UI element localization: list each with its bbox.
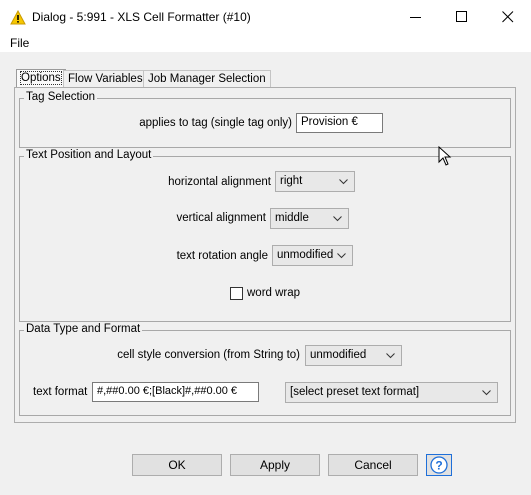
maximize-button[interactable] bbox=[439, 0, 485, 34]
horizontal-alignment-value: right bbox=[280, 175, 303, 187]
text-format-label: text format bbox=[33, 386, 88, 398]
word-wrap-checkbox[interactable] bbox=[230, 287, 243, 300]
vertical-alignment-value: middle bbox=[275, 212, 309, 224]
word-wrap-label[interactable]: word wrap bbox=[247, 287, 300, 299]
cancel-button[interactable]: Cancel bbox=[328, 454, 418, 476]
horizontal-alignment-label: horizontal alignment bbox=[168, 176, 271, 188]
mouse-cursor-icon bbox=[438, 146, 452, 166]
vertical-alignment-label: vertical alignment bbox=[176, 212, 266, 224]
preset-format-value: [select preset text format] bbox=[290, 386, 420, 398]
apply-button[interactable]: Apply bbox=[230, 454, 320, 476]
horizontal-alignment-select[interactable]: right bbox=[275, 171, 355, 192]
data-type-group: Data Type and Format bbox=[19, 323, 511, 416]
chevron-down-icon bbox=[337, 253, 346, 259]
vertical-alignment-select[interactable]: middle bbox=[270, 208, 349, 229]
conversion-label: cell style conversion (from String to) bbox=[117, 349, 300, 361]
tab-job-manager-selection[interactable]: Job Manager Selection bbox=[143, 70, 271, 88]
chevron-down-icon bbox=[333, 216, 342, 222]
window-title: Dialog - 5:991 - XLS Cell Formatter (#10… bbox=[32, 10, 251, 24]
text-rotation-select[interactable]: unmodified bbox=[272, 245, 353, 266]
chevron-down-icon bbox=[386, 353, 395, 359]
ok-button[interactable]: OK bbox=[132, 454, 222, 476]
conversion-value: unmodified bbox=[310, 349, 367, 361]
tag-input[interactable]: Provision € bbox=[296, 113, 383, 133]
close-button[interactable] bbox=[485, 0, 531, 34]
text-position-legend: Text Position and Layout bbox=[24, 149, 154, 161]
help-icon: ? bbox=[430, 456, 448, 474]
text-rotation-label: text rotation angle bbox=[176, 250, 268, 262]
help-button[interactable]: ? bbox=[426, 454, 452, 476]
warning-triangle-icon bbox=[10, 10, 26, 25]
chevron-down-icon bbox=[339, 179, 348, 185]
conversion-select[interactable]: unmodified bbox=[305, 345, 402, 366]
tab-options-label: Options bbox=[20, 71, 62, 85]
tag-selection-legend: Tag Selection bbox=[24, 91, 98, 103]
maximize-icon bbox=[456, 11, 467, 22]
tab-job-manager-selection-label: Job Manager Selection bbox=[148, 73, 266, 85]
title-bar: Dialog - 5:991 - XLS Cell Formatter (#10… bbox=[0, 0, 531, 34]
menu-file[interactable]: File bbox=[10, 36, 29, 50]
tab-flow-variables[interactable]: Flow Variables bbox=[63, 70, 148, 88]
minimize-icon bbox=[410, 17, 421, 18]
preset-format-select[interactable]: [select preset text format] bbox=[285, 382, 498, 403]
text-rotation-value: unmodified bbox=[277, 249, 334, 261]
svg-text:?: ? bbox=[435, 458, 442, 472]
tab-options[interactable]: Options bbox=[16, 69, 66, 87]
text-format-input[interactable]: #,##0.00 €;[Black]#,##0.00 € bbox=[92, 382, 259, 402]
minimize-button[interactable] bbox=[393, 0, 439, 34]
menu-bar: File bbox=[0, 34, 531, 52]
close-icon bbox=[502, 11, 514, 23]
tag-label: applies to tag (single tag only) bbox=[139, 117, 292, 129]
chevron-down-icon bbox=[482, 390, 491, 396]
tab-flow-variables-label: Flow Variables bbox=[68, 73, 143, 85]
data-type-legend: Data Type and Format bbox=[24, 323, 143, 335]
